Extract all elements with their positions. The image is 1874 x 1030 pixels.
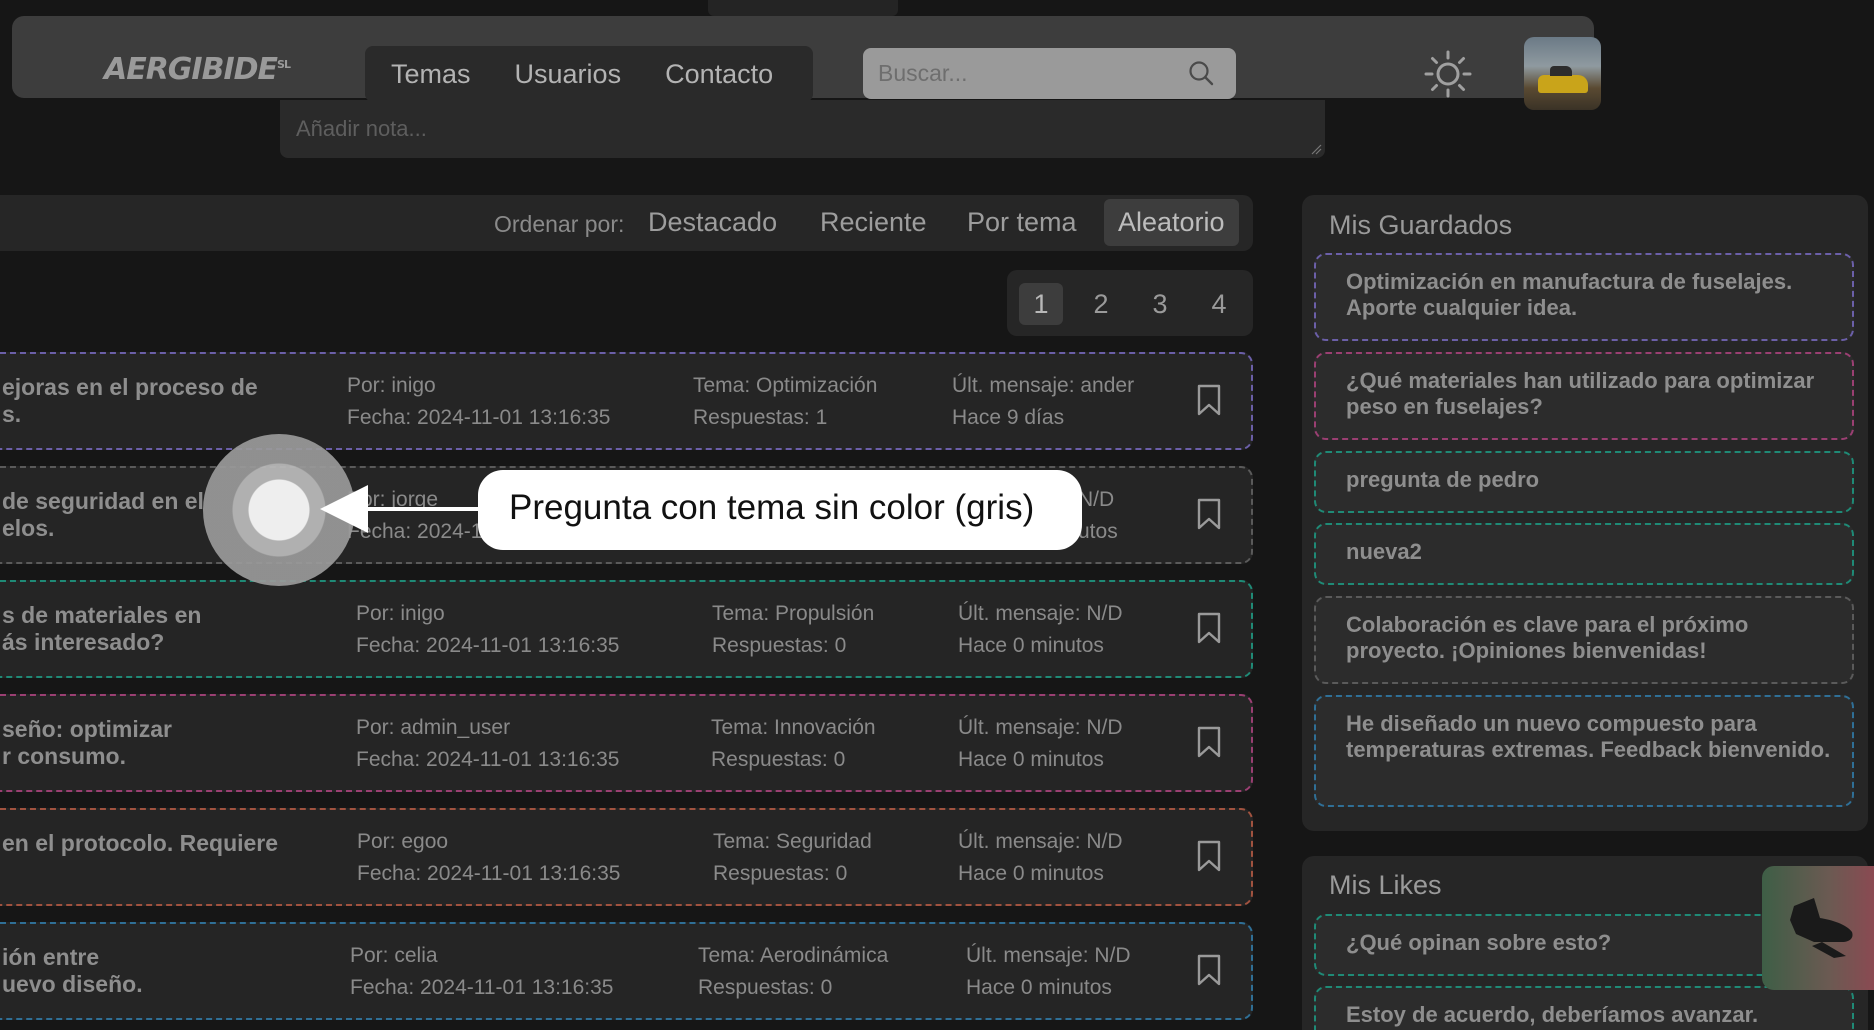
likes-panel-title: Mis Likes bbox=[1329, 870, 1442, 900]
boot-icon bbox=[1790, 898, 1853, 958]
saved-panel: Mis Guardados Optimización en manufactur… bbox=[1302, 195, 1868, 831]
header-bar: AERGIBIDESL Temas Usuarios Contacto bbox=[12, 16, 1601, 110]
sort-bar: Ordenar por: Destacado Reciente Por tema… bbox=[0, 195, 1253, 251]
question-replies: Respuestas: 0 bbox=[712, 634, 847, 657]
question-last-message: Últ. mensaje: ander bbox=[952, 374, 1135, 397]
logo[interactable]: AERGIBIDESL bbox=[104, 52, 291, 87]
question-author: Por: admin_user bbox=[356, 716, 511, 739]
question-date: Fecha: 2024-11-01 13:16:35 bbox=[350, 976, 614, 999]
sort-destacado[interactable]: Destacado bbox=[648, 207, 777, 238]
question-title[interactable]: seño: optimizar r consumo. bbox=[2, 716, 172, 770]
page-4[interactable]: 4 bbox=[1197, 283, 1241, 325]
saved-item[interactable]: Optimización en manufactura de fuselajes… bbox=[1314, 253, 1854, 341]
user-avatar[interactable] bbox=[1524, 37, 1601, 110]
resize-handle-icon[interactable] bbox=[1310, 143, 1322, 155]
sort-aleatorio[interactable]: Aleatorio bbox=[1104, 199, 1239, 246]
bookmark-icon[interactable] bbox=[1197, 726, 1221, 758]
question-replies: Respuestas: 1 bbox=[693, 406, 828, 429]
floating-action-button[interactable] bbox=[1762, 866, 1874, 990]
top-notch bbox=[708, 0, 898, 16]
bookmark-icon[interactable] bbox=[1197, 840, 1221, 872]
logo-text: AERGIBIDE bbox=[104, 52, 278, 87]
nav-contacto[interactable]: Contacto bbox=[665, 59, 773, 90]
question-time-ago: Hace 9 días bbox=[952, 406, 1065, 429]
saved-item[interactable]: nueva2 bbox=[1314, 523, 1854, 585]
saved-item[interactable]: He diseñado un nuevo compuesto para temp… bbox=[1314, 695, 1854, 807]
saved-panel-title: Mis Guardados bbox=[1329, 210, 1513, 240]
question-time-ago: Hace 0 minutos bbox=[958, 862, 1104, 885]
question-row[interactable]: seño: optimizar r consumo. Por: admin_us… bbox=[0, 694, 1253, 792]
question-topic: Tema: Aerodinámica bbox=[698, 944, 889, 967]
question-time-ago: Hace 0 minutos bbox=[958, 748, 1104, 771]
question-author: Por: egoo bbox=[357, 830, 449, 853]
sort-label: Ordenar por: bbox=[494, 211, 625, 237]
question-topic: Tema: Innovación bbox=[711, 716, 876, 739]
theme-toggle-sun-icon[interactable] bbox=[1424, 50, 1472, 98]
question-time-ago: Hace 0 minutos bbox=[966, 976, 1112, 999]
question-time-ago: utos bbox=[1078, 520, 1118, 543]
question-author: Por: celia bbox=[350, 944, 438, 967]
sort-reciente[interactable]: Reciente bbox=[820, 207, 927, 238]
question-topic: Tema: Propulsión bbox=[712, 602, 875, 625]
question-author: Por: inigo bbox=[347, 374, 436, 397]
question-title[interactable]: de seguridad en el elos. bbox=[2, 488, 204, 542]
question-topic: Tema: Seguridad bbox=[713, 830, 872, 853]
question-date: Fecha: 2024-11-01 13:16:35 bbox=[356, 748, 620, 771]
question-title[interactable]: ión entre uevo diseño. bbox=[2, 944, 143, 998]
bookmark-icon[interactable] bbox=[1197, 612, 1221, 644]
sort-por-tema[interactable]: Por tema bbox=[967, 207, 1077, 238]
question-date: Fecha: 2024-11-01 13:16:35 bbox=[347, 406, 611, 429]
nav-temas[interactable]: Temas bbox=[391, 59, 471, 90]
annotation-tooltip: Pregunta con tema sin color (gris) bbox=[481, 473, 1079, 547]
bookmark-icon[interactable] bbox=[1197, 498, 1221, 530]
question-last-message: Últ. mensaje: N/D bbox=[966, 944, 1131, 967]
question-row[interactable]: s de materiales en ás interesado? Por: i… bbox=[0, 580, 1253, 678]
question-last-message: Últ. mensaje: N/D bbox=[958, 602, 1123, 625]
note-input[interactable] bbox=[280, 100, 1325, 158]
question-replies: Respuestas: 0 bbox=[711, 748, 846, 771]
pagination: 1 2 3 4 bbox=[1007, 270, 1253, 336]
question-date: Fecha: 2024-11-01 13:16:35 bbox=[356, 634, 620, 657]
question-topic: Tema: Optimización bbox=[693, 374, 878, 397]
page-1[interactable]: 1 bbox=[1019, 283, 1063, 325]
question-last-message: Últ. mensaje: N/D bbox=[958, 716, 1123, 739]
logo-suffix: SL bbox=[277, 58, 291, 71]
liked-item[interactable]: Estoy de acuerdo, deberíamos avanzar. bbox=[1314, 986, 1854, 1030]
question-last-message: N/D bbox=[1078, 488, 1115, 511]
nav-usuarios[interactable]: Usuarios bbox=[515, 59, 622, 90]
question-row[interactable]: en el protocolo. Requiere Por: egoo Fecha… bbox=[0, 808, 1253, 906]
search-input[interactable] bbox=[878, 48, 1178, 99]
question-replies: Respuestas: 0 bbox=[713, 862, 848, 885]
bookmark-icon[interactable] bbox=[1197, 954, 1221, 986]
question-title[interactable]: ejoras en el proceso de s. bbox=[2, 374, 258, 428]
question-time-ago: Hace 0 minutos bbox=[958, 634, 1104, 657]
page-3[interactable]: 3 bbox=[1138, 283, 1182, 325]
search-box bbox=[863, 48, 1236, 99]
question-row[interactable]: ión entre uevo diseño. Por: celia Fecha: … bbox=[0, 922, 1253, 1020]
question-last-message: Últ. mensaje: N/D bbox=[958, 830, 1123, 853]
page-2[interactable]: 2 bbox=[1079, 283, 1123, 325]
main-nav: Temas Usuarios Contacto bbox=[365, 46, 813, 102]
question-replies: Respuestas: 0 bbox=[698, 976, 833, 999]
question-row[interactable]: ejoras en el proceso de s. Por: inigo Fec… bbox=[0, 352, 1253, 450]
question-title[interactable]: en el protocolo. Requiere bbox=[2, 830, 278, 857]
note-box bbox=[280, 100, 1325, 158]
saved-item[interactable]: pregunta de pedro bbox=[1314, 451, 1854, 513]
search-icon[interactable] bbox=[1188, 60, 1214, 86]
saved-item[interactable]: ¿Qué materiales han utilizado para optim… bbox=[1314, 352, 1854, 440]
question-date: Fecha: 2024-11-01 13:16:35 bbox=[357, 862, 621, 885]
saved-item[interactable]: Colaboración es clave para el próximo pr… bbox=[1314, 596, 1854, 684]
avatar-car-image bbox=[1538, 66, 1588, 93]
bookmark-icon[interactable] bbox=[1197, 384, 1221, 416]
question-title[interactable]: s de materiales en ás interesado? bbox=[2, 602, 201, 656]
question-author: Por: inigo bbox=[356, 602, 445, 625]
arrow-line bbox=[360, 507, 485, 511]
